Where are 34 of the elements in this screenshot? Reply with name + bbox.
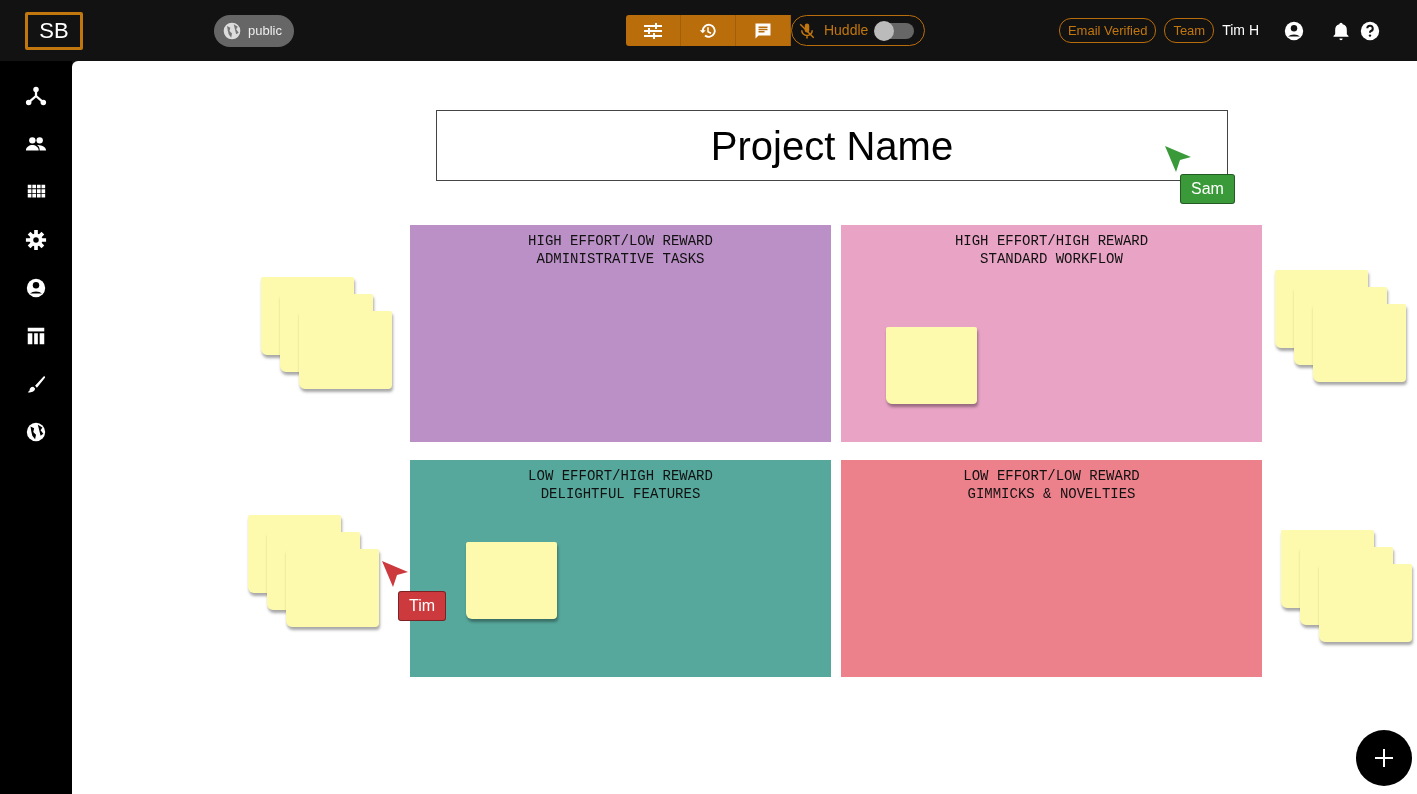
status-badge: Team <box>1164 17 1215 44</box>
visibility-chip[interactable]: public <box>214 14 294 47</box>
account-icon[interactable] <box>25 277 47 299</box>
history-button[interactable] <box>680 15 736 46</box>
quadrant-label: LOW EFFORT/LOW REWARD <box>963 467 1140 485</box>
quadrant-label: DELIGHTFUL FEATURES <box>540 485 701 503</box>
settings-button[interactable] <box>625 15 681 46</box>
user-name: Tim H <box>1222 21 1259 40</box>
table-icon[interactable] <box>25 325 47 347</box>
huddle-toggle[interactable] <box>876 22 915 39</box>
network-icon[interactable] <box>25 85 47 107</box>
settings-icon[interactable] <box>25 229 47 251</box>
quadrant-label: HIGH EFFORT/HIGH REWARD <box>954 232 1149 250</box>
brush-icon[interactable] <box>25 373 47 395</box>
plus-icon <box>1375 749 1393 767</box>
globe-icon <box>222 20 242 41</box>
help-icon[interactable] <box>1359 19 1381 42</box>
quadrant-label: HIGH EFFORT/LOW REWARD <box>528 232 713 250</box>
status-badge: Email Verified <box>1058 17 1157 44</box>
chat-button[interactable] <box>735 15 791 46</box>
history-icon <box>698 21 717 40</box>
sliders-icon <box>643 22 662 39</box>
quadrant-label: ADMINISTRATIVE TASKS <box>536 250 705 268</box>
cursor-name: Sam <box>1180 174 1235 204</box>
add-button[interactable] <box>1356 730 1412 786</box>
quadrant-label: GIMMICKS & NOVELTIES <box>967 485 1136 503</box>
globe-icon[interactable] <box>25 421 47 443</box>
cursor-name: Tim <box>398 591 447 621</box>
chat-icon <box>753 21 772 40</box>
quadrant-label: STANDARD WORKFLOW <box>980 250 1123 268</box>
account-icon[interactable] <box>1283 19 1305 42</box>
quadrant-label: LOW EFFORT/HIGH REWARD <box>528 467 713 485</box>
project-title: Project Name <box>710 122 954 170</box>
logo[interactable]: SB <box>25 11 83 50</box>
